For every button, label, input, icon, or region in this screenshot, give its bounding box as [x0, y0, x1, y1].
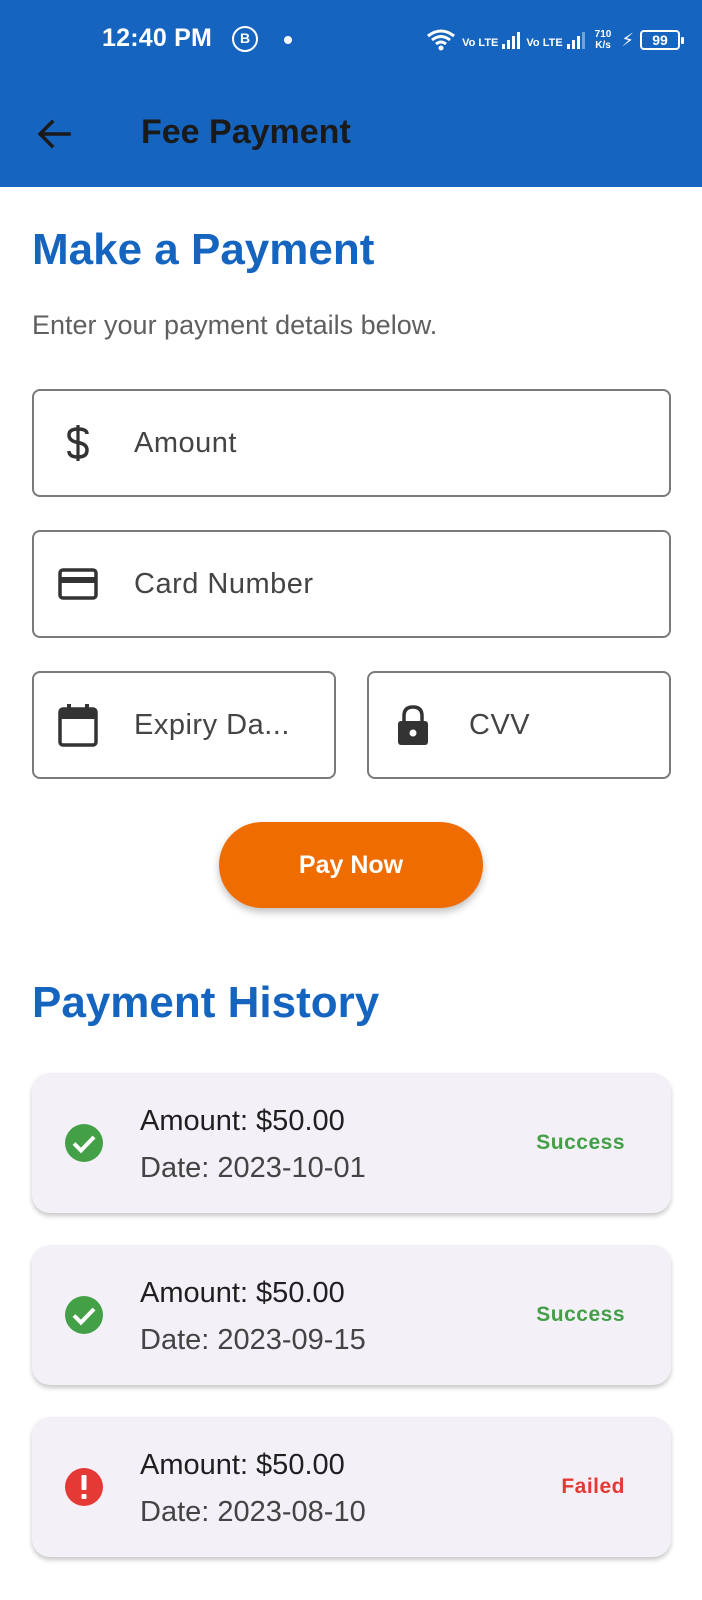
page-title: Fee Payment: [141, 113, 351, 151]
speed-unit: K/s: [595, 40, 611, 51]
card-number-input[interactable]: [134, 532, 653, 636]
history-amount: Amount: $50.00: [140, 1277, 345, 1309]
check-circle-icon: [65, 1296, 103, 1334]
cvv-field[interactable]: [367, 671, 671, 779]
sim2-signal: Vo LTE: [526, 31, 585, 49]
status-badge: Success: [536, 1303, 625, 1326]
history-amount: Amount: $50.00: [140, 1449, 345, 1481]
notification-dot: [284, 36, 292, 44]
status-right-group: Vo LTE Vo LTE 710 K/s ⚡ 99: [426, 24, 684, 56]
history-date: Date: 2023-08-10: [140, 1496, 366, 1528]
history-date: Date: 2023-09-15: [140, 1324, 366, 1356]
speed-value: 710: [594, 29, 612, 40]
sim1-signal: Vo LTE: [462, 31, 521, 49]
payment-subtitle: Enter your payment details below.: [32, 310, 438, 340]
card-number-field[interactable]: [32, 530, 671, 638]
error-circle-icon: [65, 1468, 103, 1506]
history-date: Date: 2023-10-01: [140, 1152, 366, 1184]
back-button[interactable]: [30, 110, 78, 158]
credit-card-icon: [56, 562, 100, 606]
app-badge-icon: B: [232, 26, 258, 52]
expiry-date-field[interactable]: [32, 671, 336, 779]
volte-label-1: Vo LTE: [462, 37, 499, 49]
arrow-back-icon: [37, 119, 71, 149]
status-time: 12:40 PM: [102, 24, 212, 52]
expiry-date-input[interactable]: [134, 673, 318, 777]
cvv-input[interactable]: [469, 673, 653, 777]
wifi-icon: [427, 29, 456, 51]
status-badge: Success: [536, 1131, 625, 1154]
history-item: Amount: $50.00 Date: 2023-08-10 Failed: [32, 1417, 671, 1557]
network-speed: 710 K/s: [595, 29, 612, 51]
make-payment-heading: Make a Payment: [32, 225, 375, 274]
charging-icon: ⚡: [621, 29, 634, 50]
volte-label-2: Vo LTE: [526, 37, 563, 49]
lock-icon: [391, 703, 435, 747]
signal-bars-icon: [566, 31, 585, 49]
check-circle-icon: [65, 1124, 103, 1162]
history-item: Amount: $50.00 Date: 2023-09-15 Success: [32, 1245, 671, 1385]
status-bar: 12:40 PM B Vo LTE Vo LTE 710 K/s ⚡ 99: [0, 0, 702, 80]
pay-now-button[interactable]: Pay Now: [219, 822, 483, 908]
app-bar: 12:40 PM B Vo LTE Vo LTE 710 K/s ⚡ 99 Fe…: [0, 0, 702, 187]
payment-history-heading: Payment History: [32, 978, 380, 1027]
battery-icon: 99: [640, 30, 684, 50]
amount-input[interactable]: [134, 391, 653, 495]
dollar-icon: [56, 421, 100, 465]
amount-field[interactable]: [32, 389, 671, 497]
history-amount: Amount: $50.00: [140, 1105, 345, 1137]
status-badge: Failed: [561, 1475, 625, 1498]
history-item: Amount: $50.00 Date: 2023-10-01 Success: [32, 1073, 671, 1213]
calendar-icon: [56, 703, 100, 747]
signal-bars-icon: [502, 31, 521, 49]
